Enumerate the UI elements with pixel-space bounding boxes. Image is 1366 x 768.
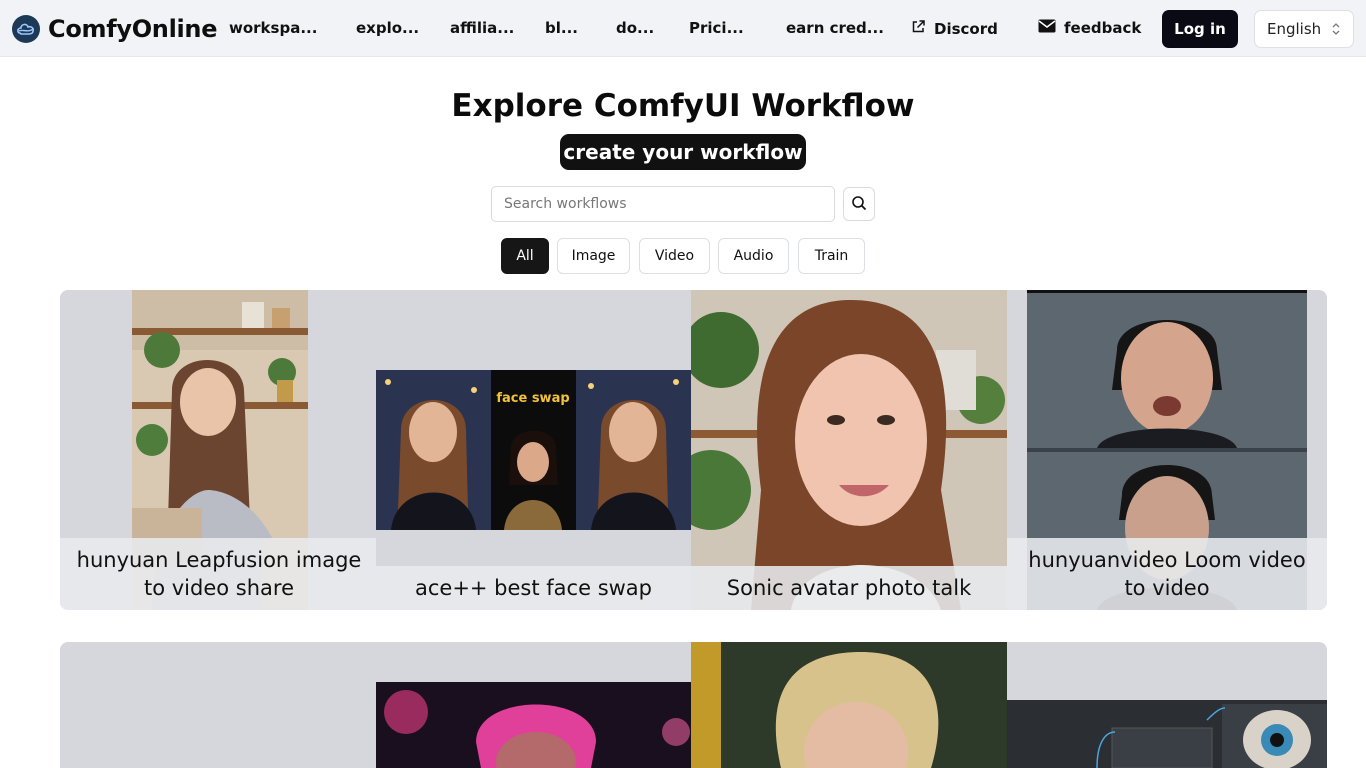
nav-discord-label: Discord bbox=[934, 19, 998, 38]
nav-explore[interactable]: explo... bbox=[356, 19, 419, 37]
card-thumbnail: face swap bbox=[376, 370, 691, 530]
filter-video[interactable]: Video bbox=[639, 238, 710, 274]
filter-all[interactable]: All bbox=[501, 238, 549, 274]
language-value: English bbox=[1267, 20, 1322, 38]
card-overlay-text: face swap bbox=[496, 391, 569, 406]
card-title: ace++ best face swap bbox=[376, 566, 691, 610]
filter-audio[interactable]: Audio bbox=[718, 238, 789, 274]
filter-image[interactable]: Image bbox=[557, 238, 630, 274]
brand[interactable]: ComfyOnline bbox=[12, 13, 218, 45]
card-thumbnail bbox=[376, 682, 691, 768]
search-input[interactable] bbox=[491, 186, 835, 222]
nav-discord[interactable]: Discord bbox=[911, 19, 998, 38]
nav-earn-credits[interactable]: earn cred... bbox=[786, 19, 884, 37]
nav-feedback[interactable]: feedback bbox=[1038, 19, 1141, 37]
workflow-card[interactable] bbox=[1007, 642, 1327, 768]
workflow-card[interactable] bbox=[376, 642, 691, 768]
card-thumbnail bbox=[691, 290, 1007, 610]
workflow-card[interactable] bbox=[691, 642, 1007, 768]
top-navbar: ComfyOnline workspa... explo... affilia.… bbox=[0, 0, 1366, 57]
nav-pricing[interactable]: Prici... bbox=[689, 19, 744, 37]
card-title: hunyuanvideo Loom video to video bbox=[1007, 538, 1327, 610]
card-thumbnail bbox=[1007, 700, 1327, 768]
card-title: hunyuan Leapfusion image to video share bbox=[60, 538, 378, 610]
workflow-card[interactable]: hunyuan Leapfusion image to video share bbox=[60, 290, 378, 610]
brand-name: ComfyOnline bbox=[48, 15, 218, 43]
cloud-logo-icon bbox=[12, 15, 40, 43]
workflow-card[interactable]: hunyuanvideo Loom video to video bbox=[1007, 290, 1327, 610]
language-select[interactable]: English bbox=[1254, 10, 1354, 48]
search-icon bbox=[851, 195, 867, 214]
page-title: Explore ComfyUI Workflow bbox=[451, 88, 915, 124]
search-button[interactable] bbox=[843, 187, 875, 221]
workflow-card[interactable]: Sonic avatar photo talk bbox=[691, 290, 1007, 610]
workflow-card[interactable] bbox=[60, 642, 378, 768]
card-title: Sonic avatar photo talk bbox=[691, 566, 1007, 610]
login-button[interactable]: Log in bbox=[1162, 10, 1238, 48]
nav-workspace[interactable]: workspa... bbox=[229, 19, 317, 37]
nav-docs[interactable]: do... bbox=[616, 19, 654, 37]
create-workflow-button[interactable]: create your workflow bbox=[560, 134, 806, 170]
nav-feedback-label: feedback bbox=[1064, 19, 1142, 37]
envelope-icon bbox=[1038, 19, 1056, 37]
nav-blog[interactable]: bl... bbox=[545, 19, 578, 37]
nav-affiliate[interactable]: affilia... bbox=[450, 19, 514, 37]
workflow-card[interactable]: face swap ace++ best face swap bbox=[376, 290, 691, 610]
chevron-updown-icon bbox=[1331, 22, 1341, 40]
external-link-icon bbox=[911, 19, 926, 38]
card-thumbnail bbox=[691, 642, 1007, 768]
filter-train[interactable]: Train bbox=[798, 238, 865, 274]
